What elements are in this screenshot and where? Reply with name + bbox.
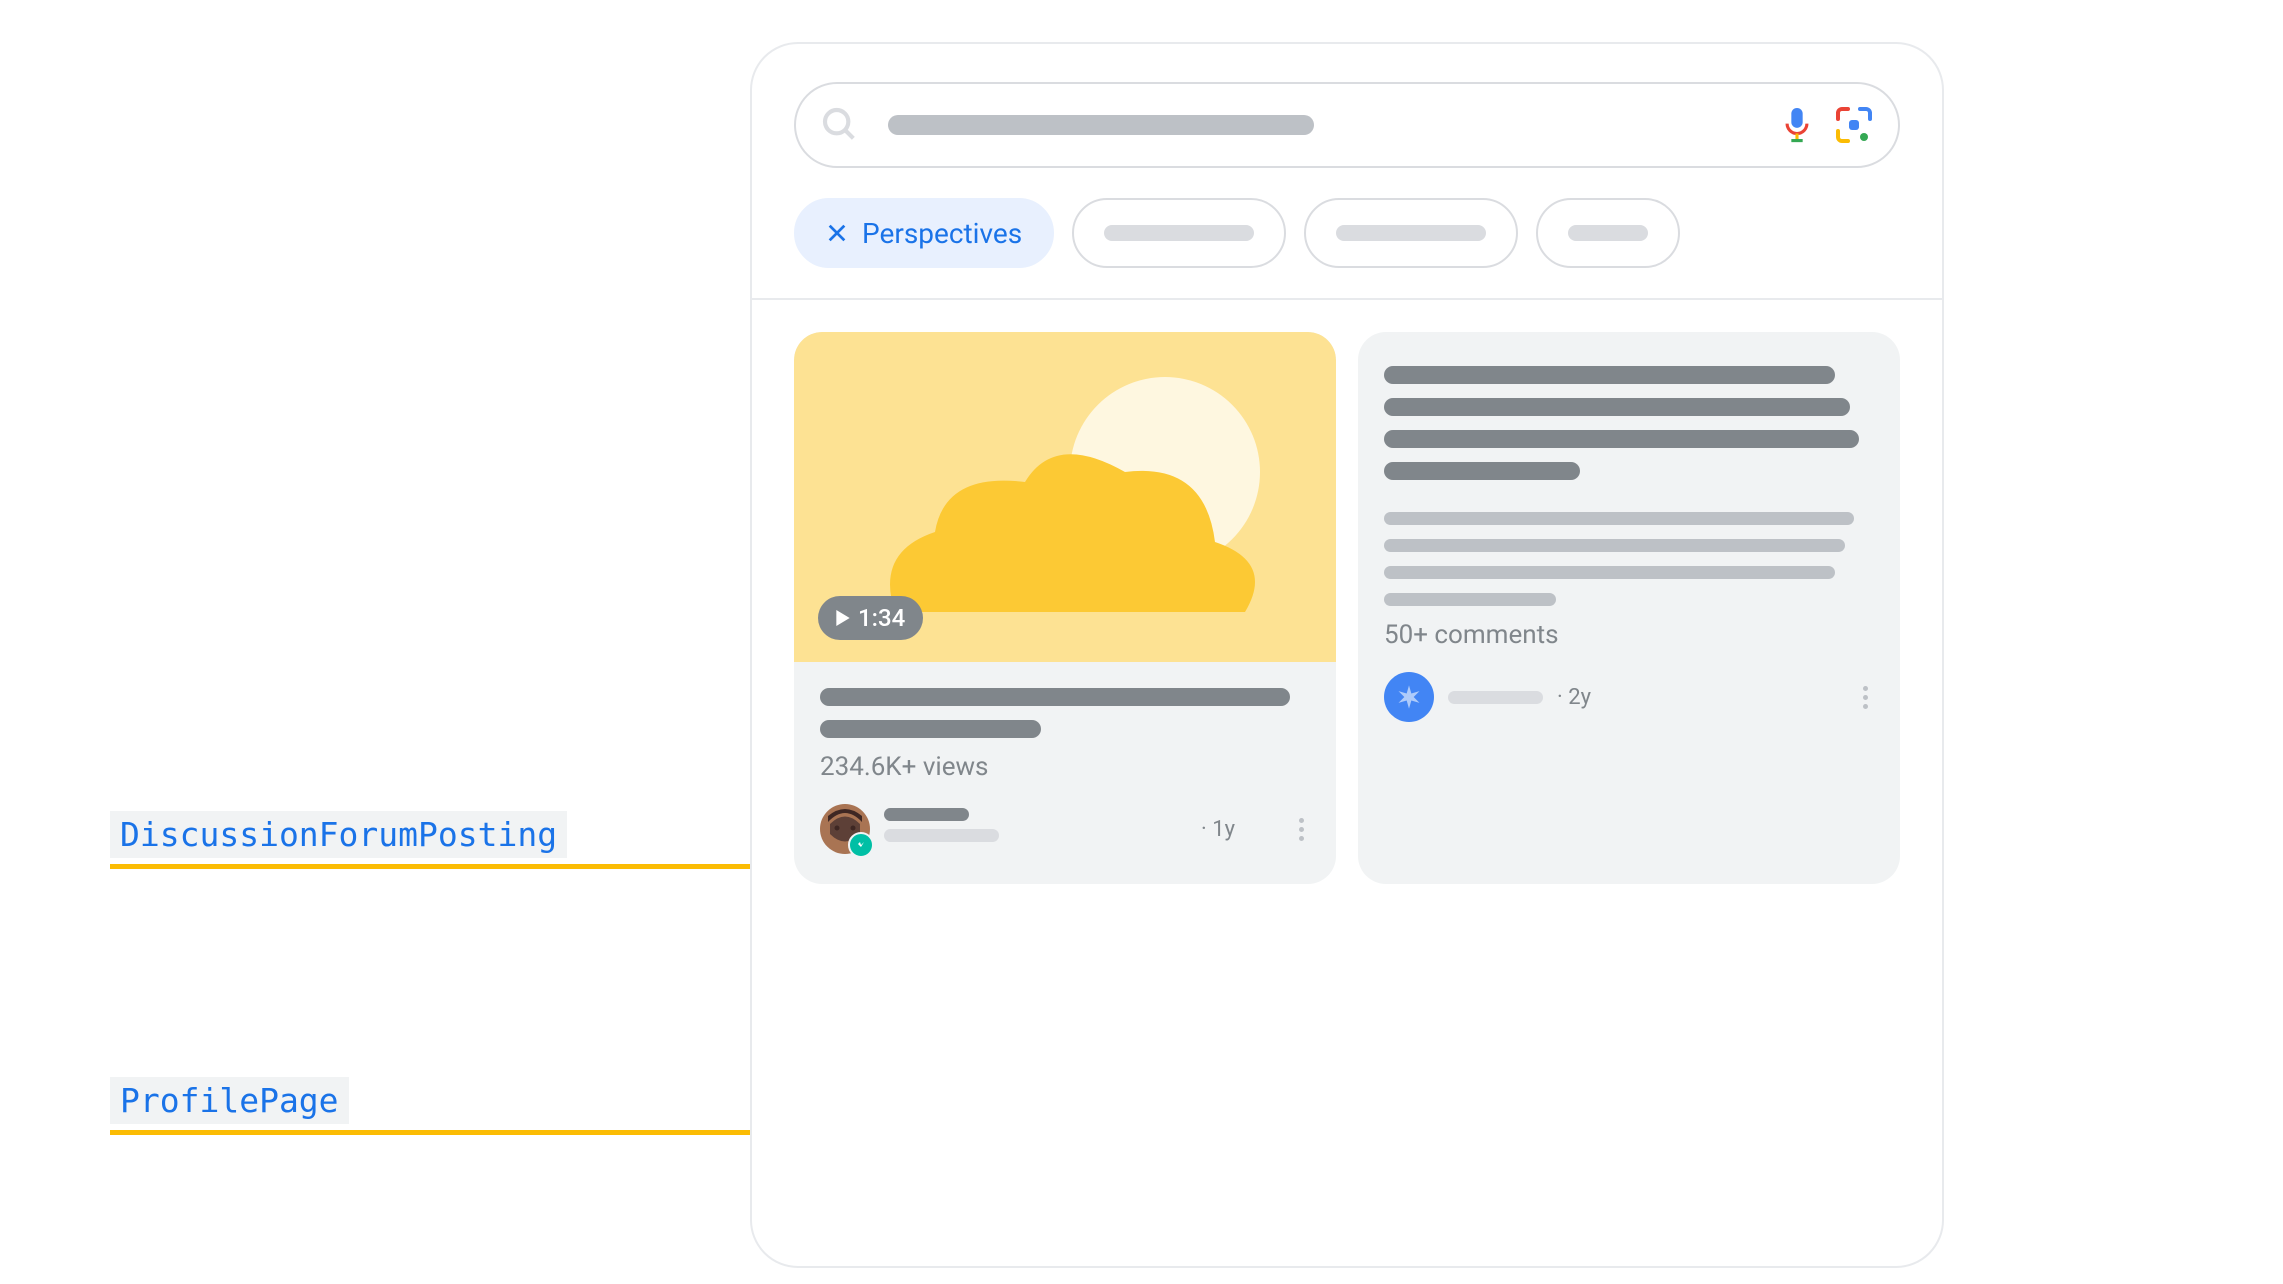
title-line-placeholder (820, 720, 1041, 738)
post-age: · 1y (1201, 817, 1235, 842)
search-icon (820, 105, 860, 145)
chip-placeholder[interactable] (1072, 198, 1286, 268)
views-count: 234.6K+ views (820, 752, 1310, 782)
close-icon (826, 222, 848, 244)
voice-search-icon[interactable] (1780, 105, 1814, 145)
post-age: · 2y (1557, 685, 1591, 710)
result-card-video[interactable]: 1:34 234.6K+ views · 1y (794, 332, 1336, 884)
more-button[interactable] (1857, 680, 1874, 715)
verified-badge-icon (848, 832, 874, 858)
comments-count: 50+ comments (1384, 620, 1874, 650)
source-name-placeholder (1448, 691, 1543, 704)
chip-perspectives[interactable]: Perspectives (794, 198, 1054, 268)
mobile-frame: Perspectives 1:34 234.6K+ views (750, 42, 1944, 1268)
chip-placeholder[interactable] (1304, 198, 1518, 268)
title-line-placeholder (820, 688, 1290, 706)
author-name-placeholder (884, 808, 969, 821)
star-burst-icon (1395, 683, 1423, 711)
video-thumbnail: 1:34 (794, 332, 1336, 662)
annotation-label: DiscussionForumPosting (110, 811, 567, 858)
lens-icon[interactable] (1834, 105, 1874, 145)
author-avatar[interactable] (820, 804, 870, 854)
play-icon (836, 610, 850, 626)
source-avatar[interactable] (1384, 672, 1434, 722)
author-row: · 2y (1384, 672, 1874, 722)
filter-chips: Perspectives (794, 198, 1942, 268)
divider (752, 298, 1942, 300)
chip-label: Perspectives (862, 217, 1022, 250)
search-bar[interactable] (794, 82, 1900, 168)
author-handle-placeholder (884, 829, 999, 842)
annotation-label: ProfilePage (110, 1077, 349, 1124)
chip-placeholder[interactable] (1536, 198, 1680, 268)
result-card-post[interactable]: 50+ comments · 2y (1358, 332, 1900, 884)
search-query-placeholder (888, 115, 1314, 135)
more-button[interactable] (1293, 812, 1310, 847)
video-duration-badge: 1:34 (818, 596, 923, 640)
author-row: · 1y (820, 804, 1310, 854)
